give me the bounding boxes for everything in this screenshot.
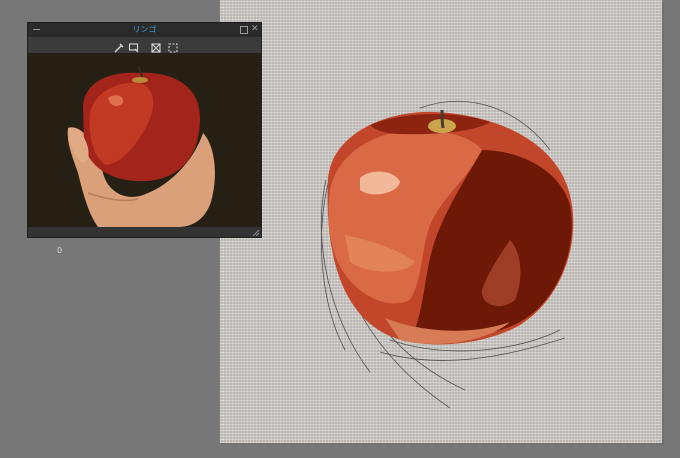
stray-mark: 0 (57, 246, 63, 255)
close-icon[interactable]: ✕ (251, 24, 259, 35)
eyedropper-icon[interactable] (113, 39, 125, 53)
fit-view-icon[interactable] (150, 39, 162, 53)
reference-photo[interactable] (28, 53, 261, 227)
drawing-canvas[interactable] (220, 0, 662, 443)
resize-grip-icon[interactable] (253, 230, 259, 236)
transform-icon[interactable] (128, 39, 140, 53)
restore-icon[interactable] (240, 26, 248, 34)
subview-toolbar (28, 37, 261, 53)
subview-titlebar[interactable]: リンゴ ✕ (28, 23, 261, 37)
selection-icon[interactable] (167, 39, 179, 53)
subview-title: リンゴ (132, 25, 157, 34)
apple-painting (320, 100, 574, 409)
subview-statusbar (28, 227, 261, 237)
subview-panel[interactable]: リンゴ ✕ (27, 22, 262, 238)
